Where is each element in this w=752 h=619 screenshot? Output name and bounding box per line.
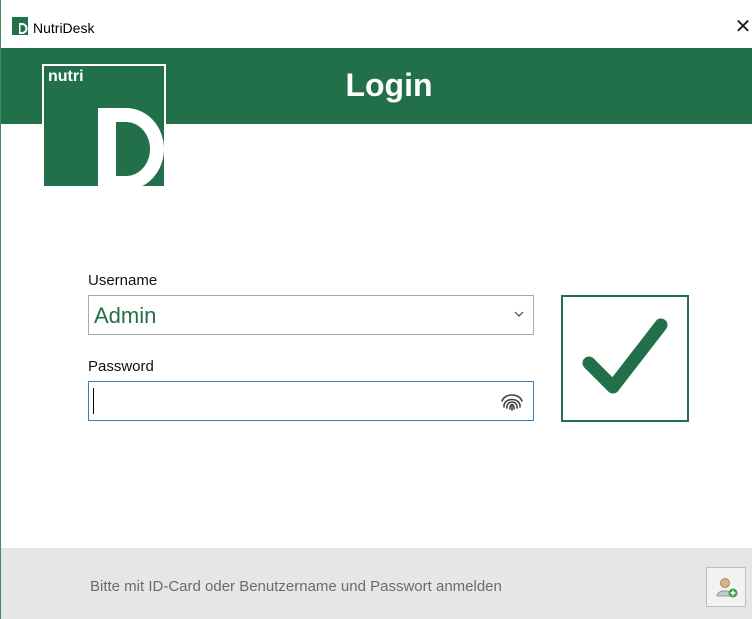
logo-letter-d xyxy=(98,108,164,190)
password-input[interactable] xyxy=(93,386,497,418)
close-icon: ✕ xyxy=(734,16,752,38)
username-select[interactable]: Admin xyxy=(88,295,534,335)
password-label: Password xyxy=(88,358,154,375)
password-field-box xyxy=(88,381,534,421)
add-user-button[interactable] xyxy=(706,567,746,607)
logo-text: nutri xyxy=(48,68,84,85)
nutridesk-logo: nutri xyxy=(42,64,166,190)
window-title: NutriDesk xyxy=(33,20,95,36)
username-label: Username xyxy=(88,272,158,289)
nutridesk-app-icon xyxy=(12,17,28,35)
login-window: NutriDesk ✕ Login nutri Username Admin P… xyxy=(0,0,752,619)
close-button[interactable]: ✕ xyxy=(732,14,752,40)
fingerprint-icon[interactable] xyxy=(499,389,525,415)
login-confirm-button[interactable] xyxy=(561,295,689,422)
username-value: Admin xyxy=(94,303,157,328)
title-bar: NutriDesk ✕ xyxy=(1,0,752,48)
checkmark-icon xyxy=(582,318,668,394)
text-caret xyxy=(93,388,94,414)
add-user-icon xyxy=(716,578,738,598)
chevron-down-icon xyxy=(514,311,524,317)
login-hint: Bitte mit ID-Card oder Benutzername und … xyxy=(90,578,502,595)
